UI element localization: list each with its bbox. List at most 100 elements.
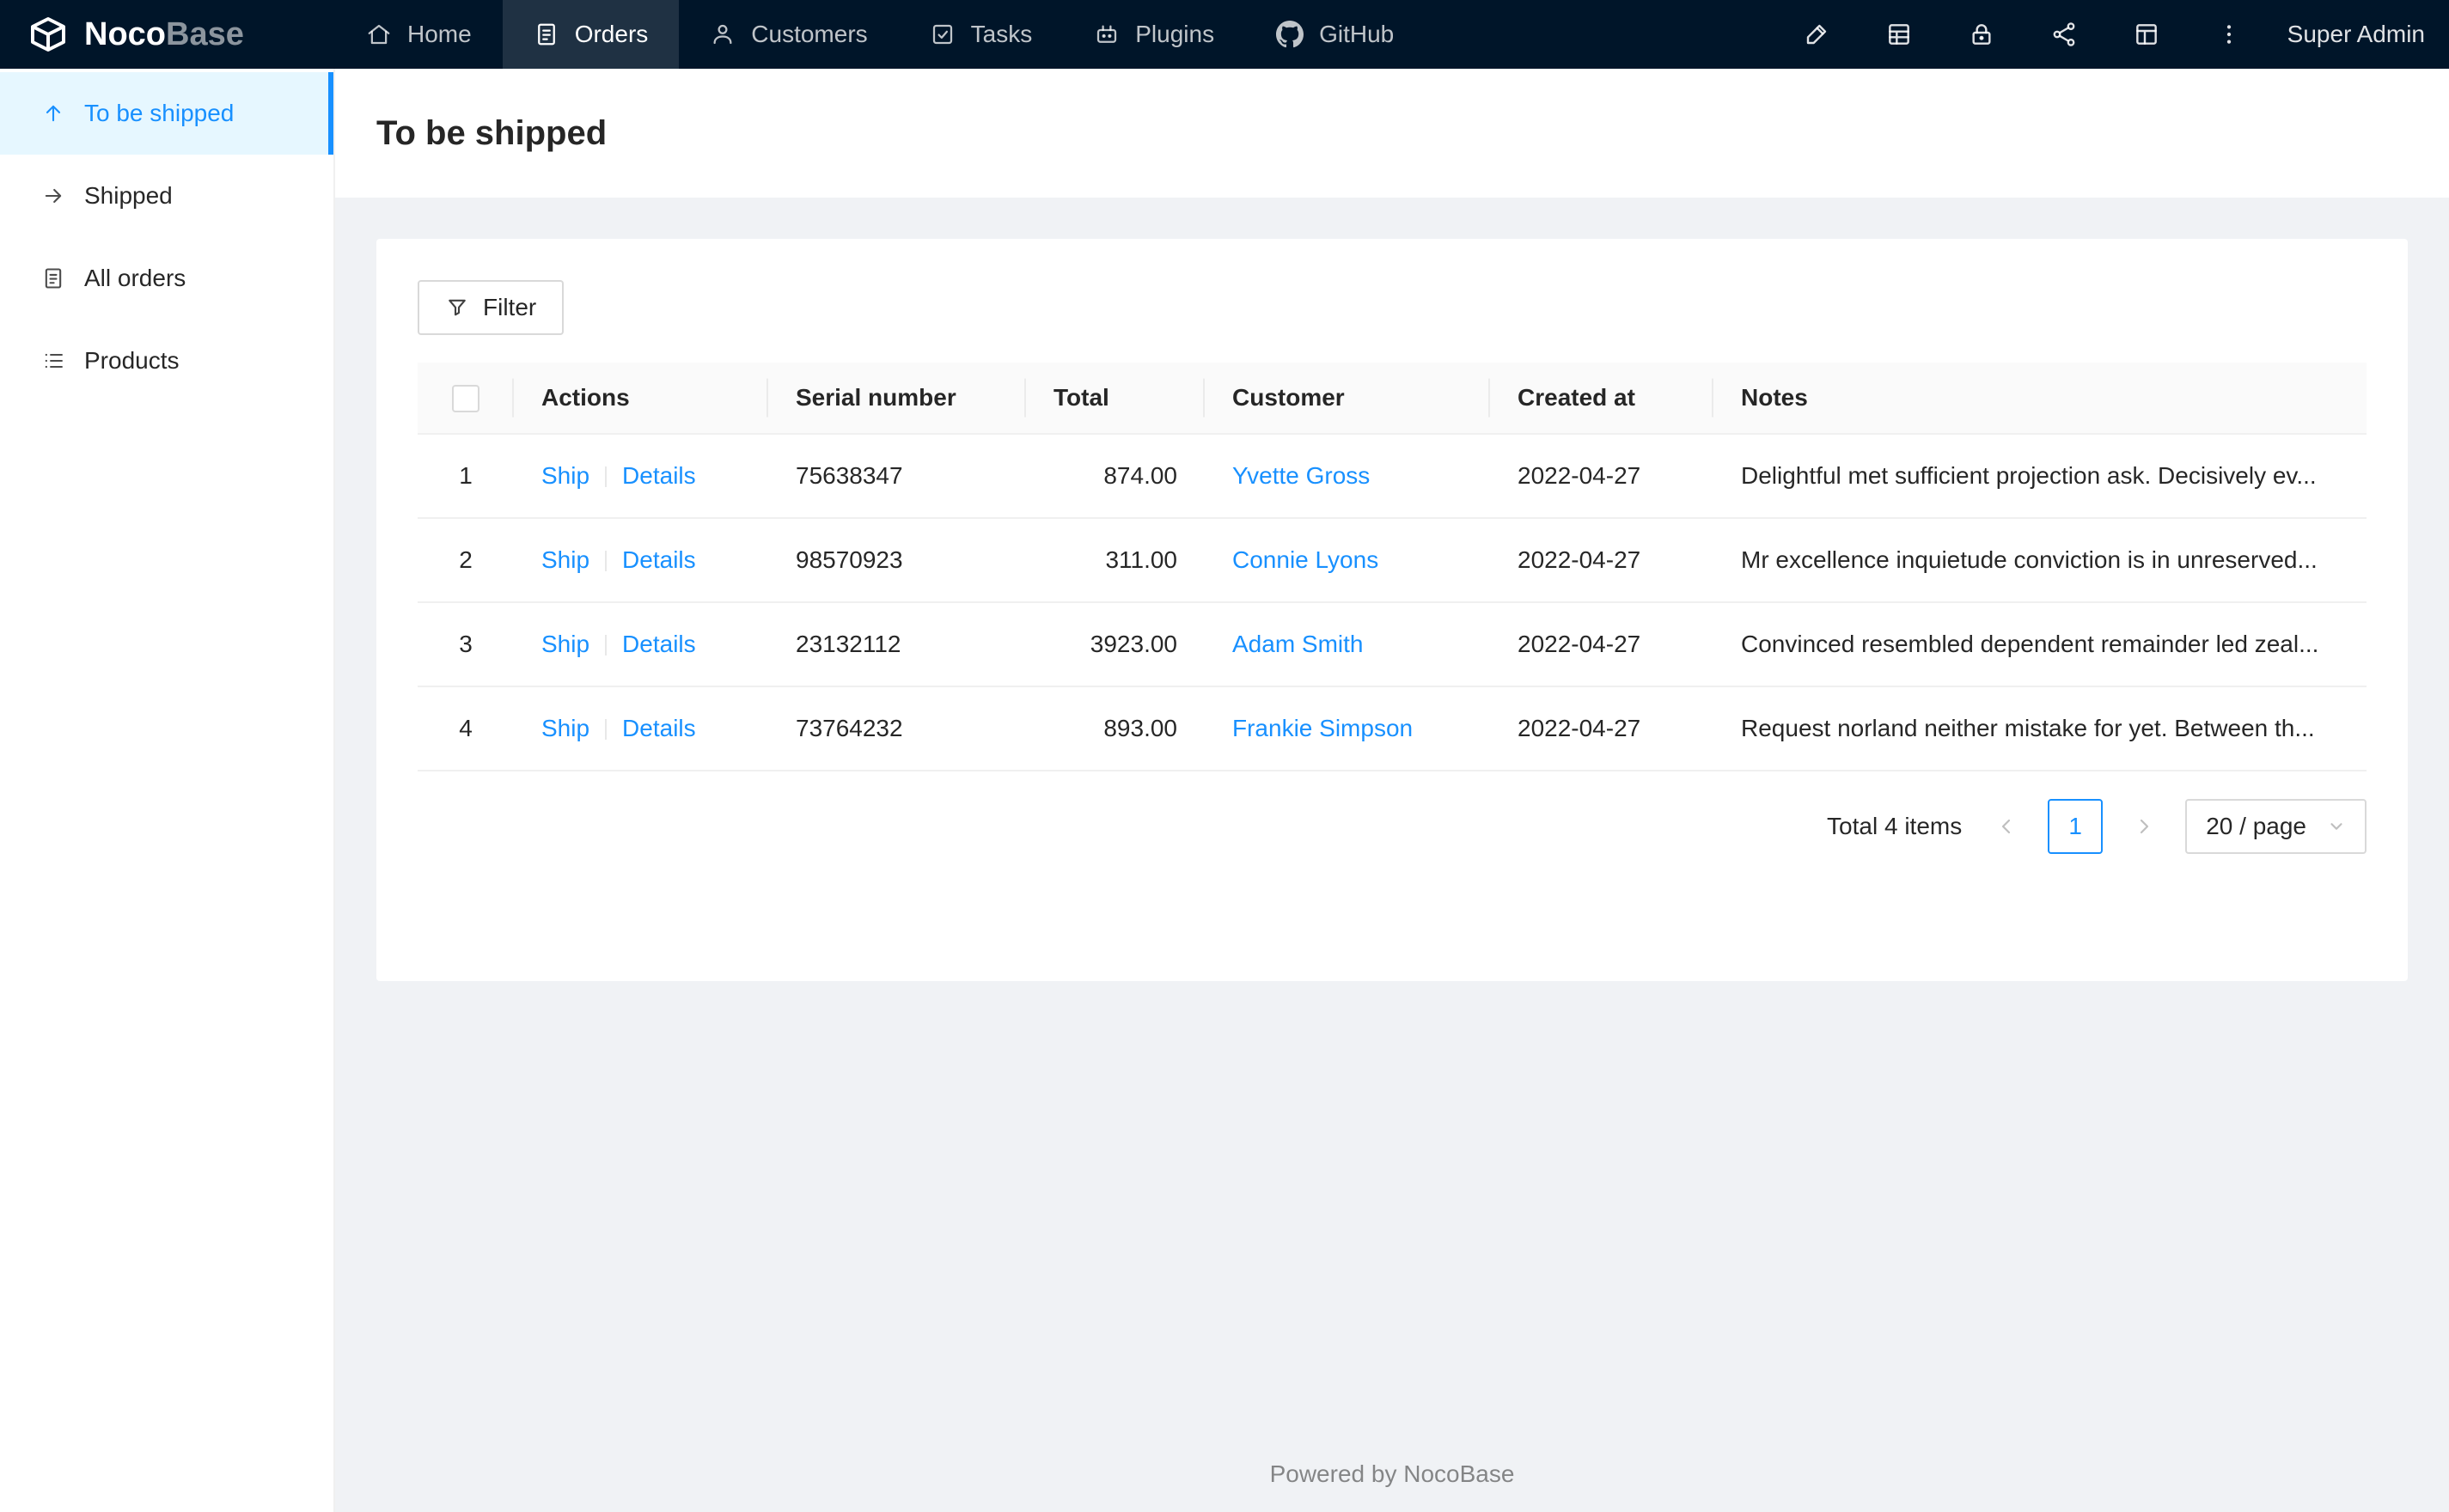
nav-item-orders[interactable]: Orders <box>502 0 680 69</box>
filter-icon <box>445 296 469 320</box>
serial-number-cell: 98570923 <box>768 517 1026 603</box>
collections-icon <box>1885 21 1913 48</box>
serial-number-cell: 23132112 <box>768 601 1026 687</box>
row-index: 4 <box>418 686 514 771</box>
select-all-checkbox[interactable] <box>452 384 479 412</box>
workflow-icon <box>2050 21 2078 48</box>
details-link[interactable]: Details <box>622 715 696 741</box>
content-area: Filter Actions Serial number Total Custo… <box>335 198 2449 1433</box>
table-header-row: Actions Serial number Total Customer Cre… <box>418 363 2367 435</box>
pagination-prev-button[interactable] <box>1979 799 2034 854</box>
column-header-actions: Actions <box>514 363 768 435</box>
table-row: 4 Ship Details 73764232 893.00 Frankie Si… <box>418 686 2367 771</box>
action-divider <box>605 635 608 656</box>
sidebar-item-label: Shipped <box>84 182 173 209</box>
filter-button-label: Filter <box>483 294 537 320</box>
notes-cell: Mr excellence inquietude conviction is i… <box>1713 517 2367 603</box>
details-link[interactable]: Details <box>622 546 696 573</box>
created-at-cell: 2022-04-27 <box>1490 517 1713 603</box>
details-link[interactable]: Details <box>622 462 696 489</box>
app-title: NocoBase <box>84 16 244 53</box>
workflow-button[interactable] <box>2023 0 2105 69</box>
row-index: 1 <box>418 433 514 519</box>
column-header-total: Total <box>1026 363 1205 435</box>
ship-link[interactable]: Ship <box>541 462 589 489</box>
total-cell: 3923.00 <box>1026 601 1205 687</box>
lock-icon <box>1968 21 1995 48</box>
more-icon <box>2215 21 2243 48</box>
nav-item-tasks[interactable]: Tasks <box>899 0 1064 69</box>
orders-icon <box>534 21 559 47</box>
customer-link[interactable]: Frankie Simpson <box>1232 715 1413 741</box>
customer-link[interactable]: Adam Smith <box>1232 631 1364 657</box>
total-cell: 893.00 <box>1026 686 1205 771</box>
sidebar-item-all-orders[interactable]: All orders <box>0 237 333 320</box>
nav-item-label: Plugins <box>1135 21 1215 47</box>
nav-item-customers[interactable]: Customers <box>679 0 898 69</box>
notes-cell: Delightful met sufficient projection ask… <box>1713 433 2367 519</box>
chevron-down-icon <box>2327 817 2346 836</box>
nocobase-logo-icon <box>27 14 69 55</box>
details-link[interactable]: Details <box>622 631 696 657</box>
list-icon <box>41 349 65 373</box>
chevron-left-icon <box>1996 816 2017 837</box>
top-navbar: NocoBase Home Orders Customers Tasks Plu… <box>0 0 2449 69</box>
nav-item-home[interactable]: Home <box>335 0 503 69</box>
total-cell: 874.00 <box>1026 433 1205 519</box>
page-size-select[interactable]: 20 / page <box>2185 798 2367 854</box>
nav-item-plugins[interactable]: Plugins <box>1063 0 1245 69</box>
action-divider <box>605 719 608 741</box>
footer-text: Powered by NocoBase <box>1269 1460 1515 1487</box>
sidebar-item-shipped[interactable]: Shipped <box>0 155 333 237</box>
pagination-next-button[interactable] <box>2116 799 2171 854</box>
main-area: To be shipped Filter Actions Serial numb… <box>335 69 2449 1512</box>
customer-link[interactable]: Yvette Gross <box>1232 462 1370 489</box>
permissions-button[interactable] <box>1940 0 2023 69</box>
created-at-cell: 2022-04-27 <box>1490 601 1713 687</box>
user-menu[interactable]: Super Admin <box>2287 21 2425 48</box>
arrow-up-icon <box>41 101 65 125</box>
row-index: 3 <box>418 601 514 687</box>
filter-button[interactable]: Filter <box>418 280 565 335</box>
created-at-cell: 2022-04-27 <box>1490 686 1713 771</box>
tasks-icon <box>930 21 956 47</box>
sidebar-item-label: To be shipped <box>84 100 235 126</box>
ui-editor-button[interactable] <box>1775 0 1858 69</box>
sidebar-item-to-be-shipped[interactable]: To be shipped <box>0 72 333 155</box>
page-size-value: 20 / page <box>2206 812 2306 839</box>
ship-link[interactable]: Ship <box>541 631 589 657</box>
nav-item-label: Tasks <box>970 21 1033 47</box>
logo-text-primary: Noco <box>84 15 166 52</box>
sidebar-item-products[interactable]: Products <box>0 320 333 402</box>
orders-table: Actions Serial number Total Customer Cre… <box>418 363 2367 771</box>
column-header-notes: Notes <box>1713 363 2367 435</box>
notes-cell: Request norland neither mistake for yet.… <box>1713 686 2367 771</box>
column-header-created-at: Created at <box>1490 363 1713 435</box>
nav-item-label: Customers <box>751 21 868 47</box>
collections-button[interactable] <box>1858 0 1940 69</box>
nav-item-label: Orders <box>574 21 649 47</box>
orders-doc-icon <box>41 266 65 290</box>
more-button[interactable] <box>2188 0 2270 69</box>
orders-card: Filter Actions Serial number Total Custo… <box>376 239 2408 981</box>
app-logo[interactable]: NocoBase <box>0 0 335 69</box>
customer-link[interactable]: Connie Lyons <box>1232 546 1378 573</box>
action-divider <box>605 466 608 488</box>
column-header-serial-number: Serial number <box>768 363 1026 435</box>
table-row: 3 Ship Details 23132112 3923.00 Adam Smit… <box>418 601 2367 687</box>
sidebar-item-label: All orders <box>84 265 186 291</box>
nav-item-github[interactable]: GitHub <box>1245 0 1425 69</box>
nav-item-label: GitHub <box>1319 21 1395 47</box>
action-divider <box>605 551 608 572</box>
page-header: To be shipped <box>335 69 2449 198</box>
pagination-page-button[interactable]: 1 <box>2048 798 2104 854</box>
github-icon <box>1276 21 1304 48</box>
table-row: 1 Ship Details 75638347 874.00 Yvette Gro… <box>418 433 2367 519</box>
main-menu: Home Orders Customers Tasks Plugins GitH… <box>335 0 1425 69</box>
nav-item-label: Home <box>407 21 472 47</box>
ship-link[interactable]: Ship <box>541 546 589 573</box>
sidebar: To be shipped Shipped All orders Product… <box>0 69 335 1512</box>
total-cell: 311.00 <box>1026 517 1205 603</box>
ship-link[interactable]: Ship <box>541 715 589 741</box>
layout-button[interactable] <box>2105 0 2188 69</box>
